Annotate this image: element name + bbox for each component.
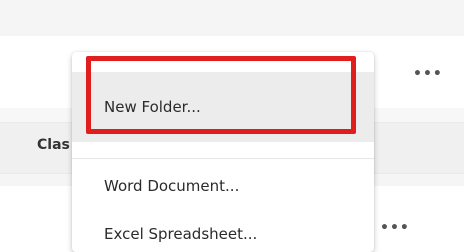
menu-divider <box>72 158 374 159</box>
menu-item-label: Word Document... <box>104 177 240 195</box>
menu-item-excel-spreadsheet[interactable]: Excel Spreadsheet... <box>72 214 374 252</box>
menu-item-new-folder[interactable]: New Folder... <box>72 72 374 142</box>
more-actions-icon[interactable]: ••• <box>380 220 410 236</box>
more-actions-icon[interactable]: ••• <box>413 66 443 82</box>
menu-item-label: Excel Spreadsheet... <box>104 225 258 243</box>
column-header-label[interactable]: Clas <box>37 137 70 153</box>
menu-item-word-document[interactable]: Word Document... <box>72 160 374 212</box>
top-toolbar-strip <box>0 0 464 36</box>
new-item-context-menu: New Folder... Word Document... Excel Spr… <box>72 52 374 252</box>
menu-item-label: New Folder... <box>104 98 201 116</box>
